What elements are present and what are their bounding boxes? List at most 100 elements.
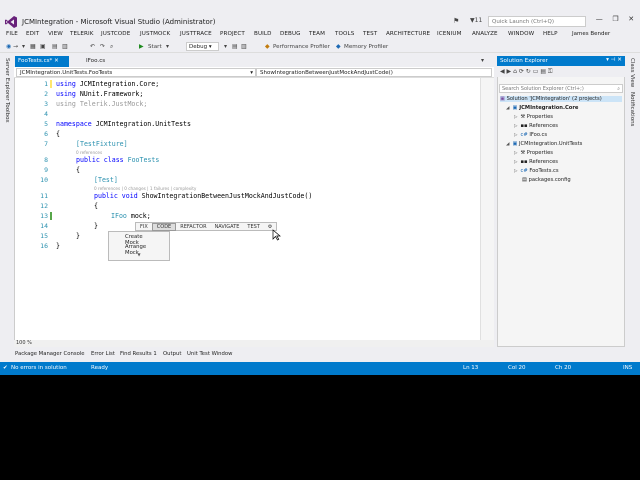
test-tab[interactable]: TEST	[243, 224, 263, 230]
tree-project-tests[interactable]: ◢ ▣ JCMIntegration.UnitTests	[506, 141, 582, 147]
back-icon[interactable]: ◀	[500, 68, 505, 75]
show-all-icon[interactable]: ▤	[540, 68, 546, 75]
tab-overflow-icon[interactable]: ▾	[481, 57, 484, 64]
menu-justmock[interactable]: JUSTMOCK	[140, 31, 170, 37]
properties-icon[interactable]: ⚿	[548, 68, 553, 75]
codelens-test-info[interactable]: 0 references | 0 changes | 1 failures | …	[94, 186, 196, 191]
menu-build[interactable]: BUILD	[254, 31, 272, 37]
refactor-tab[interactable]: REFACTOR	[176, 224, 210, 230]
tree-solution-root[interactable]: ▣ Solution 'JCMIntegration' (2 projects)	[500, 96, 622, 102]
menu-justtrace[interactable]: JUSTTRACE	[180, 31, 212, 37]
close-icon[interactable]: ✕	[628, 15, 634, 27]
refresh-icon[interactable]: ↻	[526, 68, 531, 75]
menu-tools[interactable]: TOOLS	[335, 31, 354, 37]
menu-view[interactable]: VIEW	[48, 31, 63, 37]
mem-profiler-icon[interactable]: ◆	[336, 43, 341, 50]
menu-team[interactable]: TEAM	[309, 31, 325, 37]
open-icon[interactable]: ▣	[40, 43, 46, 50]
collapse-arrow-icon[interactable]: ▷	[514, 133, 517, 138]
find-icon[interactable]: ⌕	[110, 43, 113, 51]
codelens-references[interactable]: 0 references	[76, 150, 102, 155]
server-explorer-tab[interactable]: Server Explorer	[4, 58, 10, 101]
menu-telerik[interactable]: TELERIK	[70, 31, 94, 37]
sync-icon[interactable]: ⟳	[519, 68, 524, 75]
bookmark-icon[interactable]: ▥	[241, 43, 247, 50]
minimize-icon[interactable]: —	[596, 15, 603, 27]
create-mock-item[interactable]: Create Mock	[109, 232, 169, 246]
menu-window[interactable]: WINDOW	[508, 31, 534, 37]
menu-architecture[interactable]: ARCHITECTURE	[386, 31, 430, 37]
tab-find-results[interactable]: Find Results 1	[120, 351, 157, 357]
tab-error-list[interactable]: Error List	[91, 351, 115, 357]
tree-project-core[interactable]: ◢ ▣ JCMIntegration.Core	[506, 105, 578, 111]
new-project-icon[interactable]: ▦	[30, 43, 36, 50]
code-tab[interactable]: CODE	[151, 222, 177, 231]
menu-edit[interactable]: EDIT	[26, 31, 39, 37]
collapse-arrow-icon[interactable]: ▷	[514, 124, 517, 129]
fix-tab[interactable]: FIX	[136, 224, 152, 230]
menu-help[interactable]: HELP	[543, 31, 558, 37]
forward-icon[interactable]: ▶	[507, 68, 512, 75]
collapse-arrow-icon[interactable]: ▷	[514, 151, 517, 156]
attach-icon[interactable]: ▤	[232, 43, 238, 50]
arrange-mock-item[interactable]: Arrange Mock	[109, 242, 169, 256]
undo-icon[interactable]: ↶	[90, 43, 95, 50]
chevron-down-icon[interactable]: ▼	[109, 252, 169, 257]
tree-item-packages-config[interactable]: ▤ packages.config	[522, 177, 571, 183]
notification-count[interactable]: ▼11	[470, 17, 482, 24]
notifications-tab[interactable]: Notifications	[629, 92, 635, 126]
back-icon[interactable]: ◉	[6, 43, 11, 50]
quick-launch-input[interactable]: Quick Launch (Ctrl+Q)	[488, 16, 586, 27]
menu-file[interactable]: FILE	[6, 31, 18, 37]
tab-output[interactable]: Output	[163, 351, 181, 357]
tree-item-properties[interactable]: ▷ ⚒ Properties	[514, 150, 553, 156]
tab-unit-test-window[interactable]: Unit Test Window	[187, 351, 232, 357]
menu-test[interactable]: TEST	[363, 31, 377, 37]
menu-project[interactable]: PROJECT	[220, 31, 245, 37]
forward-icon[interactable]: →	[13, 43, 18, 50]
mem-profiler-button[interactable]: Memory Profiler	[344, 44, 388, 50]
notification-flag-icon[interactable]: ⚑	[453, 17, 459, 25]
tree-item-footests[interactable]: ▷ c# FooTests.cs	[514, 168, 559, 174]
class-dropdown[interactable]: JCMIntegration.UnitTests.FooTests ▾	[16, 68, 256, 77]
start-dropdown-icon[interactable]: ▾	[166, 43, 169, 50]
class-view-tab[interactable]: Class View	[629, 58, 635, 87]
navigate-tab[interactable]: NAVIGATE	[211, 224, 244, 230]
code-area[interactable]: 1 2 3 4 5 6 7 8 9 10 11 12 13 14 15 16 u…	[14, 78, 480, 340]
user-name[interactable]: James Bender	[572, 31, 610, 37]
collapse-arrow-icon[interactable]: ▷	[514, 115, 517, 120]
editor-scrollbar[interactable]	[480, 78, 494, 340]
tab-ifoo[interactable]: IFoo.cs	[83, 56, 108, 67]
tab-close-icon[interactable]: ✕	[54, 58, 59, 64]
tab-package-manager-console[interactable]: Package Manager Console	[15, 351, 85, 357]
pin-icon[interactable]: ▾ ⊣ ✕	[606, 57, 622, 63]
collapse-arrow-icon[interactable]: ▷	[514, 169, 517, 174]
perf-profiler-button[interactable]: Performance Profiler	[273, 44, 330, 50]
save-icon[interactable]: ▤	[52, 43, 58, 50]
redo-icon[interactable]: ↷	[100, 43, 105, 50]
restore-icon[interactable]: ❐	[612, 15, 618, 27]
tree-item-ifoo[interactable]: ▷ c# IFoo.cs	[514, 132, 547, 138]
collapse-arrow-icon[interactable]: ▷	[514, 160, 517, 165]
home-icon[interactable]: ⌂	[513, 68, 517, 75]
menu-justcode[interactable]: JUSTCODE	[101, 31, 130, 37]
collapse-icon[interactable]: ▭	[533, 68, 539, 75]
solution-search-input[interactable]: Search Solution Explorer (Ctrl+;) ⌕	[499, 84, 623, 93]
tree-item-references[interactable]: ▷ ▪▪ References	[514, 123, 558, 129]
expand-icon[interactable]: ◢	[506, 106, 509, 111]
member-dropdown[interactable]: ShowIntegrationBetweenJustMockAndJustCod…	[256, 68, 492, 77]
platform-icon[interactable]: ▾	[224, 43, 227, 50]
save-all-icon[interactable]: ▥	[62, 43, 68, 50]
menu-analyze[interactable]: ANALYZE	[472, 31, 498, 37]
menu-icenium[interactable]: ICENIUM	[437, 31, 462, 37]
tree-item-references[interactable]: ▷ ▪▪ References	[514, 159, 558, 165]
menu-debug[interactable]: DEBUG	[280, 31, 301, 37]
zoom-level[interactable]: 100 %	[14, 340, 494, 347]
config-select[interactable]: Debug ▾	[186, 42, 219, 51]
tree-item-properties[interactable]: ▷ ⚒ Properties	[514, 114, 553, 120]
expand-icon[interactable]: ◢	[506, 142, 509, 147]
status-errors[interactable]: No errors in solution	[11, 365, 67, 371]
dropdown-icon[interactable]: ▾	[22, 43, 25, 50]
start-button[interactable]: Start	[148, 44, 162, 50]
toolbox-tab[interactable]: Toolbox	[4, 102, 10, 123]
